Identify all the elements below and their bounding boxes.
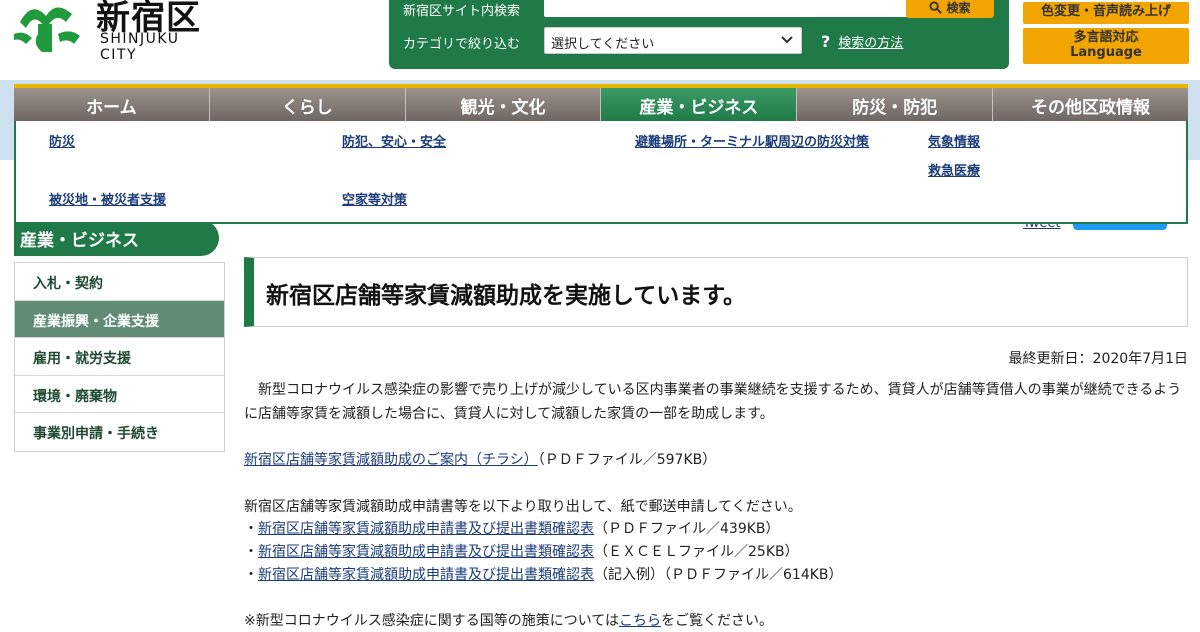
form-meta: （ＥＸＣＥＬファイル／25KB） <box>594 544 799 560</box>
form-list-item: ・新宿区店舗等家賃減額助成申請書及び提出書類確認表（記入例）（ＰＤＦファイル／6… <box>244 564 843 586</box>
dropdown-link-disaster-victims[interactable]: 被災地・被災者支援 <box>49 190 166 212</box>
bullet: ・ <box>244 567 258 583</box>
dropdown-link-bousai[interactable]: 防災 <box>49 132 75 154</box>
language-button-label-en: Language <box>1070 45 1142 60</box>
last-updated: 最終更新日：2020年7月1日 <box>1008 351 1188 367</box>
sidebar-item-industry-promotion[interactable]: 産業振興・企業支援 <box>15 300 224 339</box>
sidebar-item-employment[interactable]: 雇用・就労支援 <box>15 338 224 376</box>
form-link-pdf[interactable]: 新宿区店舗等家賃減額助成申請書及び提出書類確認表 <box>258 521 594 537</box>
search-icon <box>929 0 943 14</box>
gnav-home[interactable]: ホーム <box>14 88 210 122</box>
form-meta: （ＰＤＦファイル／439KB） <box>594 521 780 537</box>
apply-instruction: 新宿区店舗等家賃減額助成申請書等を以下より取り出して、紙で郵送申請してください。 <box>244 499 802 515</box>
global-nav: ホーム くらし 観光・文化 産業・ビジネス 防災・防犯 その他区政情報 <box>14 84 1188 122</box>
nav-dropdown-panel: 防災 防犯、安心・安全 避難場所・ターミナル駅周辺の防災対策 気象情報 救急医療… <box>14 121 1188 224</box>
sidebar-menu: 入札・契約 産業振興・企業支援 雇用・就労支援 環境・廃棄物 事業別申請・手続き <box>14 262 225 452</box>
shinjuku-logo-mark-icon <box>14 7 80 52</box>
form-link-example-pdf[interactable]: 新宿区店舗等家賃減額助成申請書及び提出書類確認表 <box>258 567 594 583</box>
search-panel: 新宿区サイト内検索 検索 カテゴリで絞り込む 選択してください ? 検索の方法 <box>389 0 1009 69</box>
site-header: 新宿区 SHINJUKU CITY 新宿区サイト内検索 検索 カテゴリで絞り込む… <box>0 0 1200 80</box>
dropdown-link-crime-safety[interactable]: 防犯、安心・安全 <box>342 132 446 154</box>
covid-note: ※新型コロナウイルス感染症に関する国等の施策についてはこちらをご覧ください。 <box>244 610 773 632</box>
bullet: ・ <box>244 544 258 560</box>
flyer-link[interactable]: 新宿区店舗等家賃減額助成のご案内（チラシ） <box>244 452 538 468</box>
search-input[interactable] <box>544 0 908 17</box>
form-list-item: ・新宿区店舗等家賃減額助成申請書及び提出書類確認表（ＥＸＣＥＬファイル／25KB… <box>244 541 799 563</box>
covid-note-link[interactable]: こちら <box>619 613 661 629</box>
dropdown-link-weather[interactable]: 気象情報 <box>928 132 980 154</box>
dropdown-link-emergency-medical[interactable]: 救急医療 <box>928 161 980 183</box>
category-selected-value: 選択してください <box>551 37 655 52</box>
search-help-link[interactable]: ? 検索の方法 <box>821 32 903 51</box>
page-title-box: 新宿区店舗等家賃減額助成を実施しています。 <box>244 257 1188 327</box>
form-list-item: ・新宿区店舗等家賃減額助成申請書及び提出書類確認表（ＰＤＦファイル／439KB） <box>244 518 780 540</box>
covid-note-text: ※新型コロナウイルス感染症に関する国等の施策については <box>244 613 620 629</box>
gnav-industry-business[interactable]: 産業・ビジネス <box>601 88 798 122</box>
gnav-disaster-crime[interactable]: 防災・防犯 <box>797 88 994 122</box>
gnav-other-info[interactable]: その他区政情報 <box>993 88 1188 122</box>
logo-subtitle: SHINJUKU CITY <box>100 31 180 63</box>
language-button-label-ja: 多言語対応 <box>1073 30 1139 45</box>
bullet: ・ <box>244 521 258 537</box>
language-button[interactable]: 多言語対応 Language <box>1023 28 1189 64</box>
category-select[interactable]: 選択してください <box>544 27 802 54</box>
chevron-down-icon <box>781 36 793 44</box>
color-change-button[interactable]: 色変更・音声読み上げ <box>1023 2 1189 24</box>
covid-note-suffix: をご覧ください。 <box>661 613 774 629</box>
form-link-excel[interactable]: 新宿区店舗等家賃減額助成申請書及び提出書類確認表 <box>258 544 594 560</box>
flyer-file-meta: （ＰＤＦファイル／597KB） <box>537 452 717 468</box>
gnav-living[interactable]: くらし <box>209 88 406 122</box>
sidebar-item-applications[interactable]: 事業別申請・手続き <box>15 413 224 451</box>
page-title: 新宿区店舗等家賃減額助成を実施しています。 <box>266 283 747 309</box>
search-button-label: 検索 <box>946 0 971 15</box>
search-label: 新宿区サイト内検索 <box>403 4 521 19</box>
sidebar-item-environment[interactable]: 環境・廃棄物 <box>15 375 224 414</box>
dropdown-link-evacuation[interactable]: 避難場所・ターミナル駅周辺の防災対策 <box>625 132 890 154</box>
search-help-label: 検索の方法 <box>838 36 904 51</box>
intro-paragraph: 新型コロナウイルス感染症の影響で売り上げが減少している区内事業者の事業継続を支援… <box>244 382 1182 422</box>
search-button[interactable]: 検索 <box>906 0 994 18</box>
site-logo[interactable]: 新宿区 SHINJUKU CITY <box>12 0 222 63</box>
question-icon: ? <box>821 32 831 51</box>
sidebar-item-bidding[interactable]: 入札・契約 <box>15 263 224 301</box>
category-label: カテゴリで絞り込む <box>403 37 521 52</box>
flyer-line: 新宿区店舗等家賃減額助成のご案内（チラシ）（ＰＤＦファイル／597KB） <box>244 449 716 471</box>
sidebar-heading: 産業・ビジネス <box>14 220 219 256</box>
form-meta: （記入例）（ＰＤＦファイル／614KB） <box>594 567 843 583</box>
dropdown-link-vacant-houses[interactable]: 空家等対策 <box>342 190 407 212</box>
gnav-tourism-culture[interactable]: 観光・文化 <box>405 88 602 122</box>
